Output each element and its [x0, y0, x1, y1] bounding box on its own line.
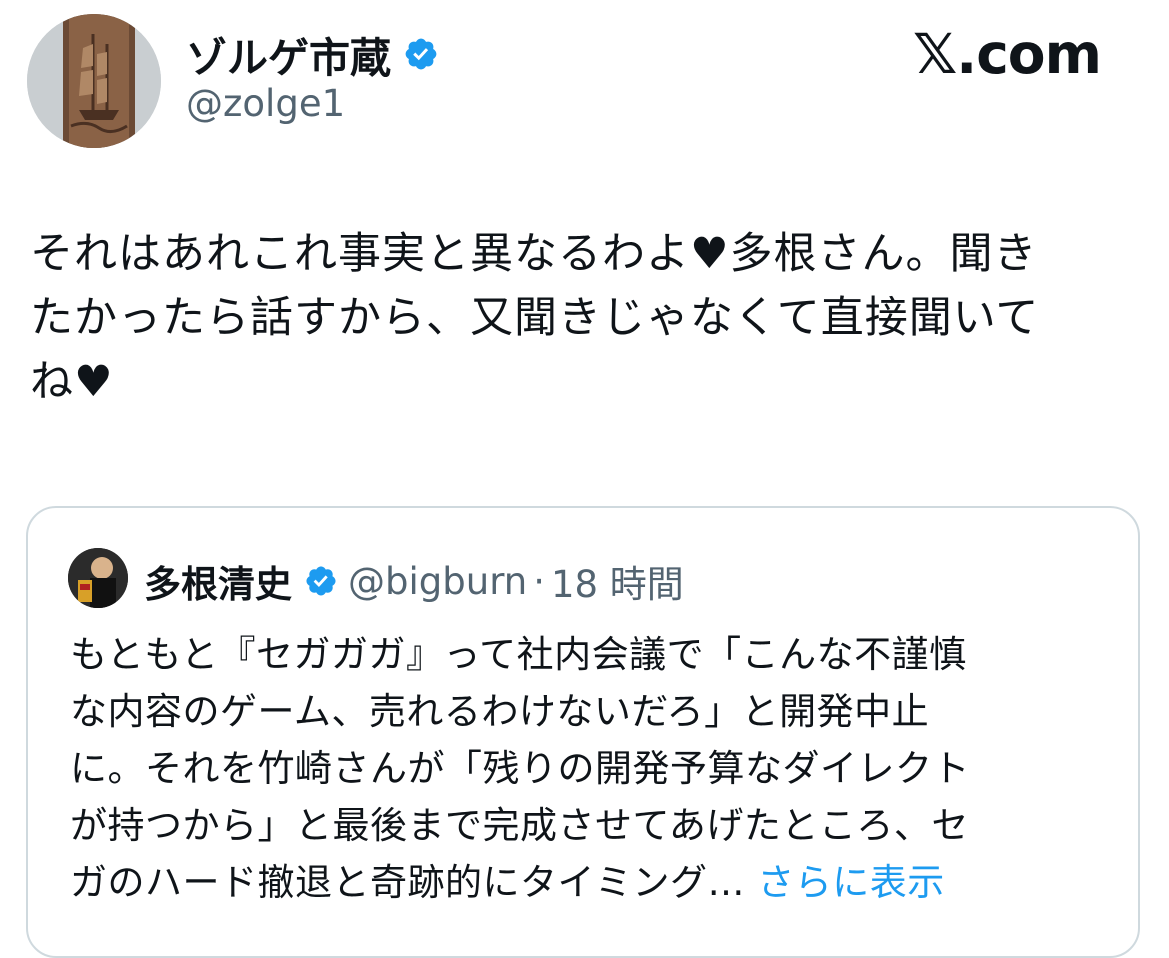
author-display-name[interactable]: ゾルゲ市蔵 — [186, 24, 439, 84]
author-avatar[interactable] — [27, 14, 161, 148]
author-handle[interactable]: @zolge1 — [186, 82, 345, 125]
verified-badge-icon — [403, 36, 439, 72]
author-name-text: ゾルゲ市蔵 — [186, 34, 391, 82]
quoted-author-avatar[interactable] — [68, 548, 128, 608]
header-separator: · — [533, 559, 545, 603]
x-brand-logo: 𝕏.com — [913, 22, 1102, 86]
quoted-tweet-header: 多根清史 @bigburn · 18 時間 — [144, 554, 684, 608]
quoted-tweet-timestamp[interactable]: 18 時間 — [551, 554, 684, 608]
show-more-link[interactable]: さらに表示 — [757, 861, 945, 904]
quoted-tweet-card[interactable]: 多根清史 @bigburn · 18 時間 もともと『セガガガ』って社内会議で「… — [26, 506, 1140, 958]
verified-badge-icon — [304, 564, 338, 598]
quoted-author-name[interactable]: 多根清史 — [144, 554, 292, 608]
tweet-text: それはあれこれ事実と異なるわよ♥多根さん。聞き たかったら話すから、又聞きじゃな… — [30, 229, 1040, 407]
quoted-author-handle[interactable]: @bigburn — [348, 560, 527, 603]
quoted-tweet-text: もともと『セガガガ』って社内会議で「こんな不謹慎 な内容のゲーム、売れるわけない… — [70, 626, 1110, 911]
